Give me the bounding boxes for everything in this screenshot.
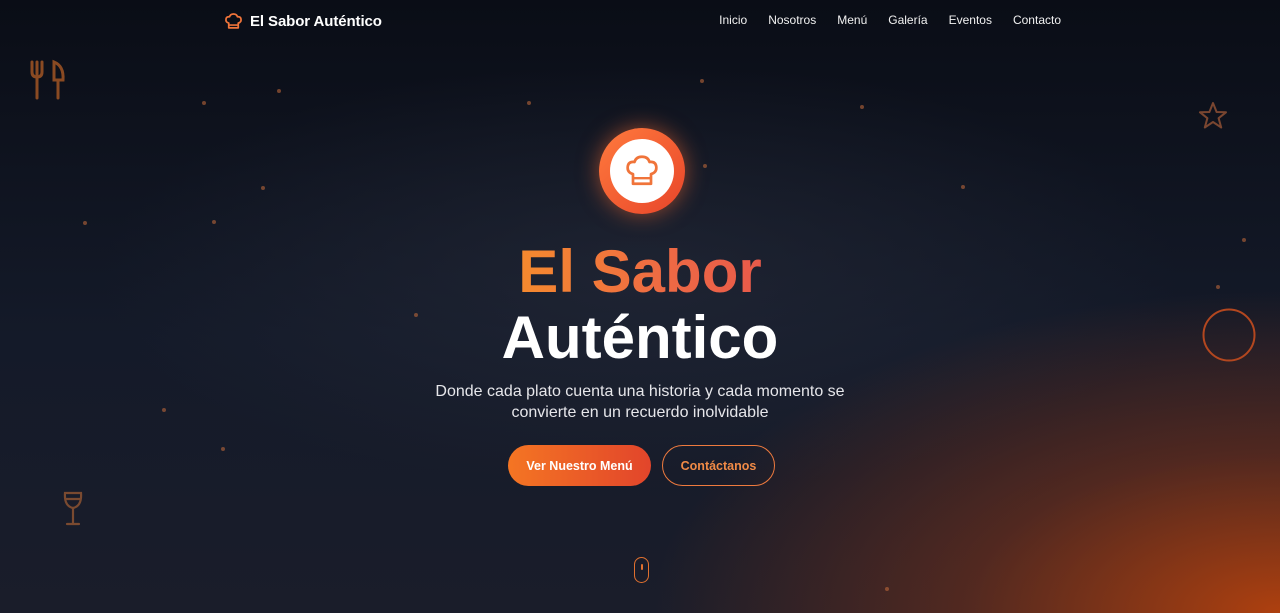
star-icon xyxy=(1199,102,1227,129)
nav-link-contacto[interactable]: Contacto xyxy=(1013,13,1061,27)
hero-title-line1: El Sabor xyxy=(518,238,762,305)
hero-subtitle: Donde cada plato cuenta una historia y c… xyxy=(435,383,845,421)
brand-name: El Sabor Auténtico xyxy=(250,12,382,30)
top-navigation: El Sabor Auténtico Inicio Nosotros Menú … xyxy=(0,0,1280,42)
nav-link-galeria[interactable]: Galería xyxy=(888,13,927,27)
contact-button[interactable]: Contáctanos xyxy=(662,445,775,486)
nav-link-menu[interactable]: Menú xyxy=(837,13,867,27)
brand-logo[interactable]: El Sabor Auténtico xyxy=(224,10,382,32)
wine-glass-icon xyxy=(63,491,83,526)
hero-logo-inner xyxy=(610,139,674,203)
hero-logo-badge xyxy=(599,128,685,214)
nav-link-inicio[interactable]: Inicio xyxy=(719,13,747,27)
chef-hat-icon xyxy=(626,155,658,186)
hero-title-line2: Auténtico xyxy=(501,304,779,371)
scroll-indicator-icon[interactable] xyxy=(634,557,649,583)
nav-menu: Inicio Nosotros Menú Galería Eventos Con… xyxy=(719,13,1061,27)
fork-knife-icon xyxy=(30,59,65,100)
nav-link-nosotros[interactable]: Nosotros xyxy=(768,13,816,27)
nav-link-eventos[interactable]: Eventos xyxy=(949,13,992,27)
chef-hat-icon xyxy=(225,12,242,29)
view-menu-button[interactable]: Ver Nuestro Menú xyxy=(508,445,651,486)
